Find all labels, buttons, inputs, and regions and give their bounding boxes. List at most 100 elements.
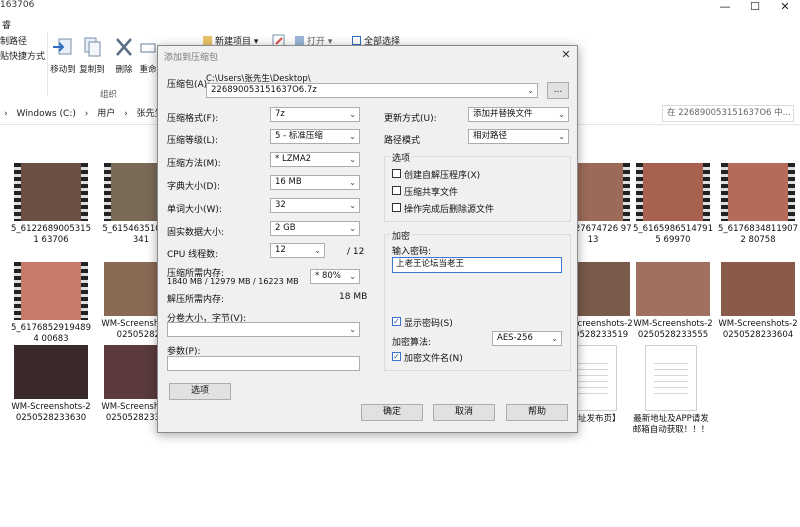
breadcrumb-sep: › <box>124 109 128 119</box>
update-select[interactable]: 添加并替换文件 ⌄ <box>468 107 569 122</box>
encrypt-group-title: 加密 <box>390 229 413 242</box>
encrypt-method-select[interactable]: AES-256 ⌄ <box>492 331 562 346</box>
archive-label: 压缩包(A): <box>167 80 211 90</box>
copy-to-icon <box>84 37 101 57</box>
minimize-button[interactable]: — <box>710 0 740 16</box>
archive-name-combo[interactable]: 226890053151637O6.7z ⌄ <box>206 83 538 98</box>
video-thumbnail <box>14 262 88 320</box>
image-thumbnail <box>636 262 710 316</box>
show-password-label: 显示密码(S) <box>404 319 453 329</box>
help-button[interactable]: 帮助 <box>506 404 568 421</box>
breadcrumb-drive[interactable]: Windows (C:) <box>16 109 75 119</box>
copy-path-button[interactable]: 制路径 <box>0 34 27 47</box>
file-item[interactable]: 5_61768529194894 00683 <box>10 262 92 345</box>
method-select[interactable]: * LZMA2 ⌄ <box>270 152 360 167</box>
shared-checkbox[interactable] <box>392 186 401 195</box>
move-to-icon <box>53 38 72 55</box>
delete-label: 删除 <box>115 65 133 75</box>
file-item[interactable]: 5_61659865147915 69970 <box>632 163 714 246</box>
encrypt-names-checkbox[interactable]: ✓ <box>392 352 401 361</box>
copy-to-button[interactable]: 复制到 <box>78 36 106 75</box>
level-select[interactable]: 5 - 标准压缩 ⌄ <box>270 129 360 144</box>
cpu-max: / 12 <box>347 247 365 257</box>
chevron-down-icon: ⌄ <box>349 325 356 334</box>
delete-button[interactable]: 删除 <box>112 36 136 75</box>
new-item-icon <box>203 36 212 45</box>
chevron-down-icon: ⌄ <box>349 132 356 141</box>
paste-shortcut-button[interactable]: 贴快捷方式 <box>0 49 45 62</box>
word-value: 32 <box>275 200 286 210</box>
video-thumbnail <box>636 163 710 221</box>
ribbon-extra-label: 睿 <box>2 21 12 31</box>
file-item[interactable]: WM-Screenshots-2 0250528233604 <box>717 262 799 341</box>
window-title: 163706 <box>0 0 35 10</box>
file-name: WM-Screenshots-2 0250528233630 <box>11 402 91 423</box>
file-name: 最新地址及APP请发 邮箱自动获取！！！ <box>632 414 710 435</box>
word-label: 单词大小(W): <box>167 205 222 215</box>
breadcrumb[interactable]: › Windows (C:) › 用户 › 张先生 › <box>4 104 182 124</box>
format-label: 压缩格式(F): <box>167 114 219 124</box>
mem-percent-select[interactable]: * 80% ⌄ <box>310 269 360 284</box>
move-to-button[interactable]: 移动到 <box>49 36 77 75</box>
encrypt-method-label: 加密算法: <box>392 338 432 348</box>
image-thumbnail <box>14 345 88 399</box>
method-value: * LZMA2 <box>275 154 312 164</box>
file-item[interactable]: 5_61226890053151 63706 <box>10 163 92 246</box>
path-mode-select[interactable]: 相对路径 ⌄ <box>468 129 569 144</box>
delete-source-label: 操作完成后删除源文件 <box>404 205 495 215</box>
file-item[interactable]: 5_61768348119072 80758 <box>717 163 799 246</box>
solid-select[interactable]: 2 GB ⌄ <box>270 221 360 236</box>
dialog-close-button[interactable]: ✕ <box>558 47 574 63</box>
file-item[interactable]: 最新地址及APP请发 邮箱自动获取！！！ <box>630 345 712 436</box>
word-select[interactable]: 32 ⌄ <box>270 198 360 213</box>
file-name: 5_61659865147915 69970 <box>633 224 713 245</box>
dict-select[interactable]: 16 MB ⌄ <box>270 175 360 190</box>
file-name: WM-Screenshots-2 0250528233555 <box>633 319 713 340</box>
password-input[interactable]: 上老王论坛当老王 <box>392 257 562 273</box>
mem-percent-value: * 80% <box>315 271 341 281</box>
update-label: 更新方式(U): <box>384 114 437 124</box>
rename-label: 重命 <box>139 65 157 75</box>
encrypt-method-value: AES-256 <box>497 333 533 343</box>
split-select[interactable]: ⌄ <box>167 322 360 337</box>
solid-label: 固实数据大小: <box>167 228 225 238</box>
format-select[interactable]: 7z ⌄ <box>270 107 360 122</box>
update-value: 添加并替换文件 <box>473 109 533 119</box>
maximize-button[interactable]: ☐ <box>740 0 770 16</box>
breadcrumb-users[interactable]: 用户 <box>97 109 115 119</box>
rename-icon <box>140 43 156 53</box>
cpu-select[interactable]: 12 ⌄ <box>270 243 325 258</box>
cpu-label: CPU 线程数: <box>167 250 219 260</box>
chevron-down-icon: ⌄ <box>349 155 356 164</box>
organize-group-label: 组织 <box>100 90 118 100</box>
method-label: 压缩方法(M): <box>167 159 221 169</box>
file-item[interactable]: WM-Screenshots-2 0250528233555 <box>632 262 714 341</box>
video-thumbnail <box>14 163 88 221</box>
ok-button[interactable]: 确定 <box>361 404 423 421</box>
search-input[interactable]: 在 226890053151637O6 中... <box>662 105 794 122</box>
image-thumbnail <box>721 262 795 316</box>
delete-source-checkbox[interactable] <box>392 203 401 212</box>
chevron-down-icon: ⌄ <box>551 334 558 343</box>
rename-button[interactable]: 重命 <box>138 36 158 75</box>
options-group-title: 选项 <box>390 151 413 164</box>
shared-label: 压缩共享文件 <box>404 188 459 198</box>
level-value: 5 - 标准压缩 <box>275 131 323 141</box>
add-to-archive-dialog: 添加到压缩包 ✕ 压缩包(A): C:\Users\张先生\Desktop\ 2… <box>157 45 578 433</box>
window-titlebar: 163706 — ☐ ✕ <box>0 0 800 16</box>
cancel-button[interactable]: 取消 <box>433 404 495 421</box>
file-item[interactable]: WM-Screenshots-2 0250528233630 <box>10 345 92 424</box>
browse-button[interactable]: ... <box>547 82 569 99</box>
chevron-down-icon: ⌄ <box>558 132 565 141</box>
delete-icon <box>116 38 132 56</box>
options-button[interactable]: 选项 <box>169 383 231 400</box>
breadcrumb-sep: › <box>4 109 8 119</box>
solid-value: 2 GB <box>275 223 296 233</box>
sfx-label: 创建自解压程序(X) <box>404 171 481 181</box>
sfx-checkbox[interactable] <box>392 169 401 178</box>
params-input[interactable] <box>167 356 360 371</box>
show-password-checkbox[interactable]: ✓ <box>392 317 401 326</box>
close-window-button[interactable]: ✕ <box>770 0 800 16</box>
mem-compress-detail: 1840 MB / 12979 MB / 16223 MB <box>167 277 299 286</box>
chevron-down-icon: ⌄ <box>314 246 321 255</box>
